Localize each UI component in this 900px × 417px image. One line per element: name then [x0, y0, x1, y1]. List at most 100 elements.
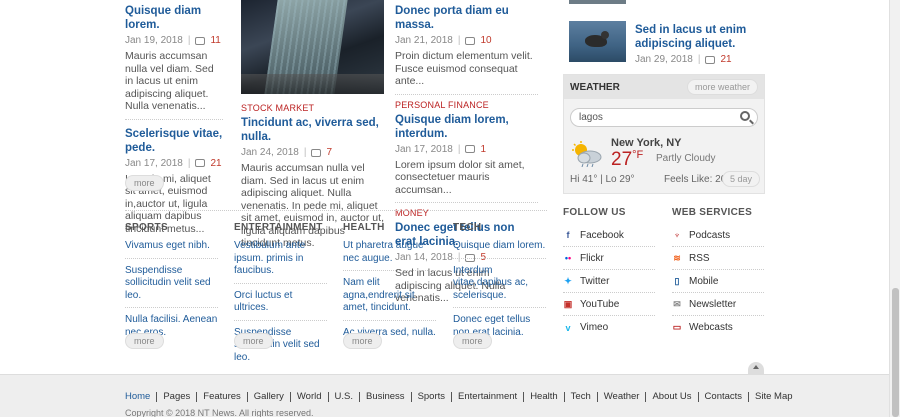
- footer-link-us[interactable]: U.S.: [329, 392, 360, 402]
- footer-link-health[interactable]: Health: [524, 392, 565, 402]
- category-link[interactable]: Interdum vitae,dapibus ac, scelerisque.: [453, 265, 546, 308]
- article-date: Jan 24, 2018: [241, 147, 299, 158]
- envelope-icon: ✉: [673, 298, 681, 309]
- article-date: Jan 21, 2018: [395, 35, 453, 46]
- service-link-rss[interactable]: ≋ RSS: [672, 247, 764, 270]
- partly-cloudy-icon: [572, 141, 602, 167]
- footer-link-home[interactable]: Home: [125, 392, 158, 402]
- article-title[interactable]: Scelerisque vitae, pede.: [125, 127, 223, 155]
- article-excerpt: Proin dictum elementum velit. Fusce euis…: [395, 50, 533, 87]
- article-category[interactable]: STOCK MARKET: [241, 103, 384, 113]
- temperature-unit: °F: [632, 149, 644, 161]
- more-button[interactable]: more: [125, 333, 164, 349]
- article-meta: Jan 17, 2018 | 1: [395, 144, 538, 155]
- article-thumbnail[interactable]: [569, 0, 626, 4]
- follow-us-panel: FOLLOW US f Facebook •• Flickr ✦ Twitter ▣ Y…: [563, 207, 655, 339]
- footer-link-features[interactable]: Features: [197, 392, 248, 402]
- article-title[interactable]: Donec porta diam eu massa.: [395, 4, 538, 32]
- category-heading[interactable]: SPORTS: [125, 222, 218, 233]
- scrollbar-thumb[interactable]: [892, 288, 899, 417]
- footer-link-about-us[interactable]: About Us: [646, 392, 699, 402]
- footer-link-tech[interactable]: Tech: [565, 392, 598, 402]
- service-link-podcasts[interactable]: ♆ Podcasts: [672, 224, 764, 247]
- more-button[interactable]: more: [125, 175, 164, 191]
- page-scrollbar[interactable]: [889, 0, 900, 417]
- rss-icon: ≋: [673, 252, 681, 263]
- temperature-value: 27: [611, 149, 633, 170]
- article-title[interactable]: Sed in lacus ut enim adipiscing aliquet.: [635, 23, 755, 51]
- comment-count[interactable]: 11: [210, 35, 220, 46]
- article-date: Jan 17, 2018: [125, 157, 183, 169]
- podcast-icon: ♆: [673, 230, 681, 240]
- article-meta: Jan 24, 2018 | 7: [241, 147, 384, 158]
- social-link-flickr[interactable]: •• Flickr: [563, 247, 655, 270]
- comment-count[interactable]: 7: [326, 147, 332, 158]
- weather-search-input[interactable]: [570, 108, 758, 127]
- service-link-mobile[interactable]: ▯ Mobile: [672, 270, 764, 293]
- section-divider: [125, 210, 547, 211]
- footer-link-contacts[interactable]: Contacts: [699, 392, 750, 402]
- article-excerpt: Lorem ipsum dolor sit amet, consectetuer…: [395, 158, 525, 196]
- article-title[interactable]: Quisque diam lorem, interdum.: [395, 113, 538, 141]
- service-link-newsletter[interactable]: ✉ Newsletter: [672, 293, 764, 316]
- service-link-webcasts[interactable]: ▭ Webcasts: [672, 316, 764, 339]
- article-title[interactable]: Tincidunt ac, viverra sed, nulla.: [241, 116, 384, 144]
- article-date: Jan 19, 2018: [125, 35, 183, 46]
- comment-count[interactable]: 21: [720, 54, 731, 65]
- article-date: Jan 29, 2018: [635, 54, 693, 65]
- footer-link-pages[interactable]: Pages: [157, 392, 198, 402]
- category-health: HEALTH Ut pharetra augue nec augue. Nam …: [343, 222, 436, 350]
- category-link[interactable]: Nam elit agna,endrerit sit amet, tincidu…: [343, 277, 436, 321]
- article-title[interactable]: Quisque diam lorem.: [125, 4, 223, 32]
- more-button[interactable]: more: [343, 333, 382, 349]
- comment-icon: [465, 145, 476, 153]
- more-button[interactable]: more: [453, 333, 492, 349]
- footer-link-sports[interactable]: Sports: [412, 392, 453, 402]
- youtube-icon: ▣: [563, 298, 573, 309]
- social-label: Facebook: [580, 229, 624, 241]
- article-category[interactable]: PERSONAL FINANCE: [395, 100, 538, 110]
- service-label: Webcasts: [689, 322, 733, 333]
- building-photo[interactable]: [241, 0, 384, 94]
- category-heading[interactable]: HEALTH: [343, 222, 436, 233]
- footer-link-entertainment[interactable]: Entertainment: [452, 392, 525, 402]
- category-link[interactable]: Vestibulum ante ipsum. primis in faucibu…: [234, 240, 327, 284]
- follow-us-heading: FOLLOW US: [563, 207, 626, 218]
- article-meta: Jan 19, 2018 | 11: [125, 35, 223, 46]
- five-day-button[interactable]: 5 day: [722, 171, 761, 187]
- footer-link-site-map[interactable]: Site Map: [749, 392, 799, 402]
- more-weather-button[interactable]: more weather: [686, 79, 758, 95]
- scroll-to-top-button[interactable]: [748, 362, 764, 374]
- category-link[interactable]: Orci luctus et ultrices.: [234, 290, 327, 321]
- web-services-panel: WEB SERVICES ♆ Podcasts ≋ RSS ▯ Mobile ✉ New…: [672, 207, 764, 339]
- social-link-youtube[interactable]: ▣ YouTube: [563, 293, 655, 316]
- category-link[interactable]: Quisque diam lorem.: [453, 240, 546, 259]
- category-entertainment: ENTERTAINMENT Vestibulum ante ipsum. pri…: [234, 222, 327, 375]
- footer-link-weather[interactable]: Weather: [598, 392, 647, 402]
- category-link[interactable]: Ut pharetra augue nec augue.: [343, 240, 436, 271]
- category-heading[interactable]: TECH: [453, 222, 546, 233]
- footer-link-world[interactable]: World: [291, 392, 329, 402]
- weather-header: WEATHER more weather: [564, 75, 764, 99]
- mobile-icon: ▯: [674, 275, 680, 286]
- twitter-icon: ✦: [564, 275, 572, 286]
- search-icon[interactable]: [740, 111, 750, 121]
- comment-count[interactable]: 1: [480, 144, 486, 155]
- footer-link-business[interactable]: Business: [360, 392, 412, 402]
- web-services-heading: WEB SERVICES: [672, 207, 753, 218]
- social-link-twitter[interactable]: ✦ Twitter: [563, 270, 655, 293]
- category-heading[interactable]: ENTERTAINMENT: [234, 222, 327, 233]
- comment-count[interactable]: 21: [210, 158, 221, 169]
- comment-count[interactable]: 10: [480, 35, 491, 46]
- footer-link-gallery[interactable]: Gallery: [248, 392, 291, 402]
- social-link-vimeo[interactable]: v Vimeo: [563, 316, 655, 339]
- more-button[interactable]: more: [234, 333, 273, 349]
- category-link[interactable]: Vivamus eget nibh.: [125, 240, 218, 259]
- weather-temperature: 27°F: [611, 149, 643, 171]
- social-link-facebook[interactable]: f Facebook: [563, 224, 655, 247]
- duck-photo[interactable]: [569, 21, 626, 62]
- category-link[interactable]: Suspendisse sollicitudin velit sed leo.: [125, 265, 218, 308]
- site-footer: Home Pages Features Gallery World U.S. B…: [0, 374, 889, 417]
- sidebar-article: Sed in lacus ut enim adipiscing aliquet.…: [635, 23, 755, 69]
- facebook-icon: f: [566, 230, 570, 240]
